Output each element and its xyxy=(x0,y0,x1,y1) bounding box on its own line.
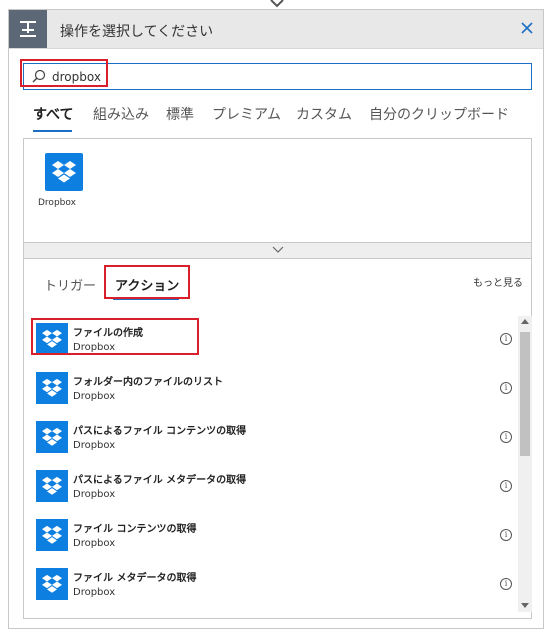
action-highlight xyxy=(31,318,199,355)
action-title: パスによるファイル メタデータの取得 xyxy=(73,475,247,486)
action-item[interactable]: パスによるファイル コンテンツの取得 Dropbox i xyxy=(36,416,512,460)
action-title: パスによるファイル コンテンツの取得 xyxy=(73,426,247,437)
action-list-panel: トリガー アクション もっと見る ファイルの作成 Dropbox i フォルダー… xyxy=(23,259,532,619)
tab-premium[interactable]: プレミアム xyxy=(212,104,281,124)
dropbox-icon xyxy=(36,421,68,453)
action-title: ファイル メタデータの取得 xyxy=(73,573,197,584)
info-icon[interactable]: i xyxy=(500,529,512,541)
info-icon[interactable]: i xyxy=(500,578,512,590)
action-picker-panel: 操作を選択してください dropbox すべて 組み込み 標準 プレミアム カス… xyxy=(8,9,544,629)
action-item[interactable]: ファイル コンテンツの取得 Dropbox i xyxy=(36,514,512,558)
action-connector: Dropbox xyxy=(73,489,116,500)
connector-list: Dropbox xyxy=(23,138,532,258)
tab-triggers[interactable]: トリガー xyxy=(44,275,96,294)
scrollbar-thumb[interactable] xyxy=(520,332,530,456)
scroll-up-icon[interactable] xyxy=(521,319,529,324)
info-icon[interactable]: i xyxy=(500,382,512,394)
action-connector: Dropbox xyxy=(73,391,116,402)
dropbox-icon xyxy=(36,470,68,502)
chevron-down-icon xyxy=(272,246,284,253)
trigger-action-icon xyxy=(9,10,47,48)
tab-builtin[interactable]: 組み込み xyxy=(93,104,149,124)
info-icon[interactable]: i xyxy=(500,480,512,492)
dropbox-icon[interactable] xyxy=(45,153,83,191)
panel-header: 操作を選択してください xyxy=(9,10,543,49)
scroll-down-icon[interactable] xyxy=(521,603,529,608)
action-item[interactable]: ファイル メタデータの取得 Dropbox i xyxy=(36,563,512,607)
tab-clipboard[interactable]: 自分のクリップボード xyxy=(369,104,509,124)
info-icon[interactable]: i xyxy=(500,333,512,345)
see-more-link[interactable]: もっと見る xyxy=(473,274,523,289)
action-item[interactable]: パスによるファイル メタデータの取得 Dropbox i xyxy=(36,465,512,509)
connector-label: Dropbox xyxy=(38,198,76,208)
dropbox-icon xyxy=(36,372,68,404)
dropbox-icon xyxy=(36,568,68,600)
action-title: ファイル コンテンツの取得 xyxy=(73,524,197,535)
flow-arrow-icon xyxy=(270,0,284,8)
info-icon[interactable]: i xyxy=(500,431,512,443)
expand-connectors[interactable] xyxy=(23,242,532,259)
active-tab-underline xyxy=(33,130,72,132)
actions-tab-highlight xyxy=(104,265,190,299)
tab-custom[interactable]: カスタム xyxy=(296,104,352,124)
tab-standard[interactable]: 標準 xyxy=(166,104,194,124)
action-list-scrollbar[interactable] xyxy=(518,316,532,612)
panel-title: 操作を選択してください xyxy=(60,24,214,40)
action-item[interactable]: フォルダー内のファイルのリスト Dropbox i xyxy=(36,367,512,411)
action-connector: Dropbox xyxy=(73,587,116,598)
action-title: フォルダー内のファイルのリスト xyxy=(73,377,223,388)
tab-all[interactable]: すべて xyxy=(33,104,73,124)
action-connector: Dropbox xyxy=(73,538,116,549)
close-icon[interactable] xyxy=(519,20,535,36)
search-highlight xyxy=(20,59,108,87)
action-connector: Dropbox xyxy=(73,440,116,451)
dropbox-icon xyxy=(36,519,68,551)
